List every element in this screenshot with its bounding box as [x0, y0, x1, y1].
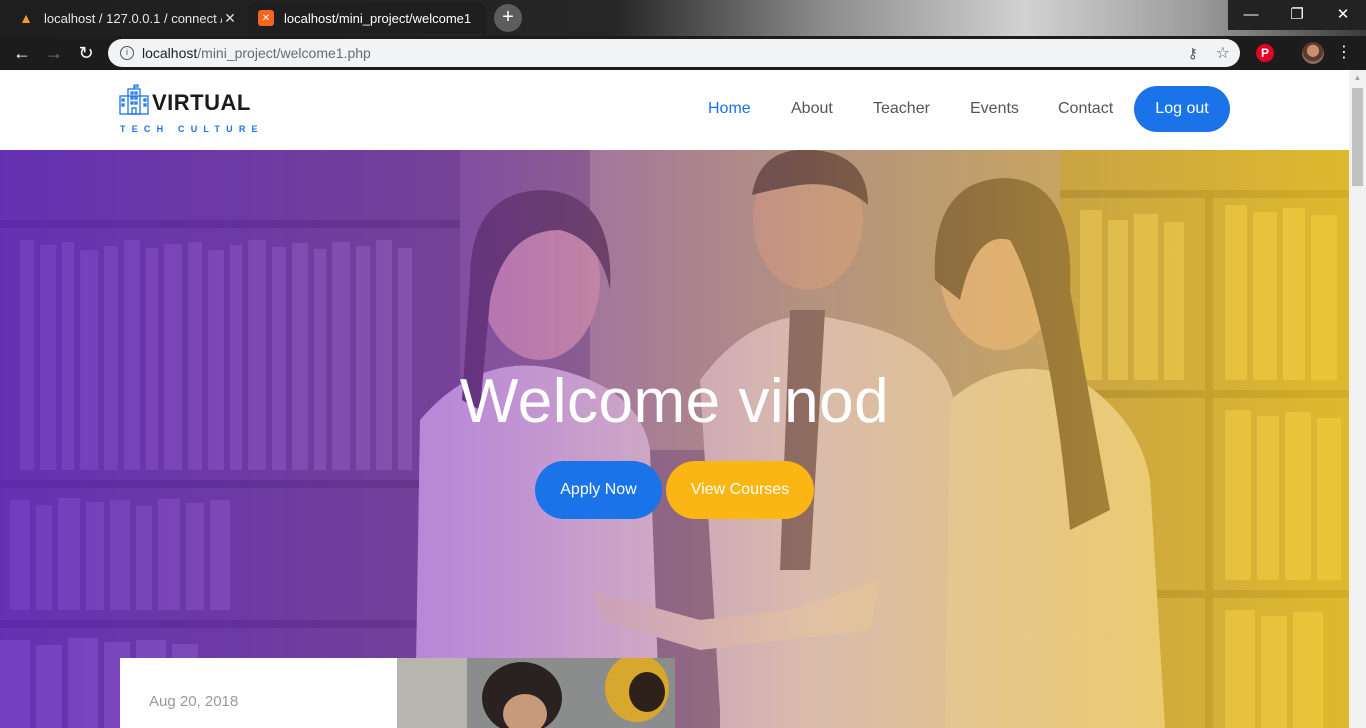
logout-button[interactable]: Log out	[1134, 86, 1230, 132]
phpmyadmin-icon: ▲	[19, 10, 33, 26]
news-card[interactable]: Aug 20, 2018	[120, 658, 397, 728]
tab-phpmyadmin[interactable]: ▲ localhost / 127.0.0.1 / connect / f ✕	[8, 2, 248, 34]
back-icon[interactable]: ←	[10, 41, 34, 65]
browser-toolbar: ← → ↻ i localhost/mini_project/welcome1.…	[0, 36, 1366, 70]
browser-menu-icon[interactable]: ⋮	[1336, 42, 1352, 64]
restore-icon[interactable]: ❐	[1274, 0, 1320, 30]
nav-about[interactable]: About	[791, 100, 833, 118]
window-close-icon[interactable]: ✕	[1320, 0, 1366, 30]
tab-welcome[interactable]: ✕ localhost/mini_project/welcome1	[248, 2, 486, 34]
avatar[interactable]	[1302, 42, 1324, 64]
nav-events[interactable]: Events	[970, 100, 1019, 118]
address-path: /mini_project/welcome1.php	[197, 45, 371, 61]
key-icon[interactable]: ⚷	[1188, 45, 1198, 62]
page-scrollbar[interactable]: ▲	[1349, 70, 1366, 728]
nav-teacher[interactable]: Teacher	[873, 100, 930, 118]
close-tab-icon[interactable]: ✕	[222, 10, 238, 27]
address-bar[interactable]: i localhost/mini_project/welcome1.php ⚷ …	[108, 39, 1240, 67]
xampp-icon: ✕	[258, 10, 274, 26]
new-tab-button[interactable]: +	[494, 4, 522, 32]
hero-banner: Welcome vinod Apply Now View Courses Aug…	[0, 150, 1349, 728]
school-building-icon	[119, 84, 149, 115]
logo-tagline: TECH CULTURE	[120, 124, 264, 134]
minimize-icon[interactable]: —	[1228, 0, 1274, 30]
pinterest-extension-icon[interactable]: P	[1256, 44, 1274, 62]
browser-tab-strip: ▲ localhost / 127.0.0.1 / connect / f ✕ …	[0, 0, 1366, 36]
scroll-up-icon[interactable]: ▲	[1349, 70, 1366, 86]
forward-icon[interactable]: →	[42, 41, 66, 65]
address-host: localhost	[142, 45, 198, 61]
scrollbar-thumb[interactable]	[1352, 88, 1363, 186]
hero-gradient-overlay	[0, 150, 1349, 728]
bookmark-star-icon[interactable]: ☆	[1216, 43, 1230, 63]
news-thumbnail[interactable]	[397, 658, 675, 728]
tab-title: localhost/mini_project/welcome1	[284, 10, 472, 26]
nav-contact[interactable]: Contact	[1058, 100, 1113, 118]
view-courses-button[interactable]: View Courses	[666, 461, 814, 519]
apply-now-button[interactable]: Apply Now	[535, 461, 662, 519]
reload-icon[interactable]: ↻	[74, 41, 98, 65]
site-header: VIRTUAL TECH CULTURE Home About Teacher …	[0, 70, 1349, 150]
page-viewport: VIRTUAL TECH CULTURE Home About Teacher …	[0, 70, 1349, 728]
info-icon[interactable]: i	[120, 46, 134, 60]
logo-name: VIRTUAL	[152, 90, 251, 115]
nav-home[interactable]: Home	[708, 100, 751, 118]
tab-title: localhost / 127.0.0.1 / connect / f	[44, 10, 222, 26]
hero-title: Welcome vinod	[459, 367, 890, 436]
news-date: Aug 20, 2018	[149, 693, 239, 710]
